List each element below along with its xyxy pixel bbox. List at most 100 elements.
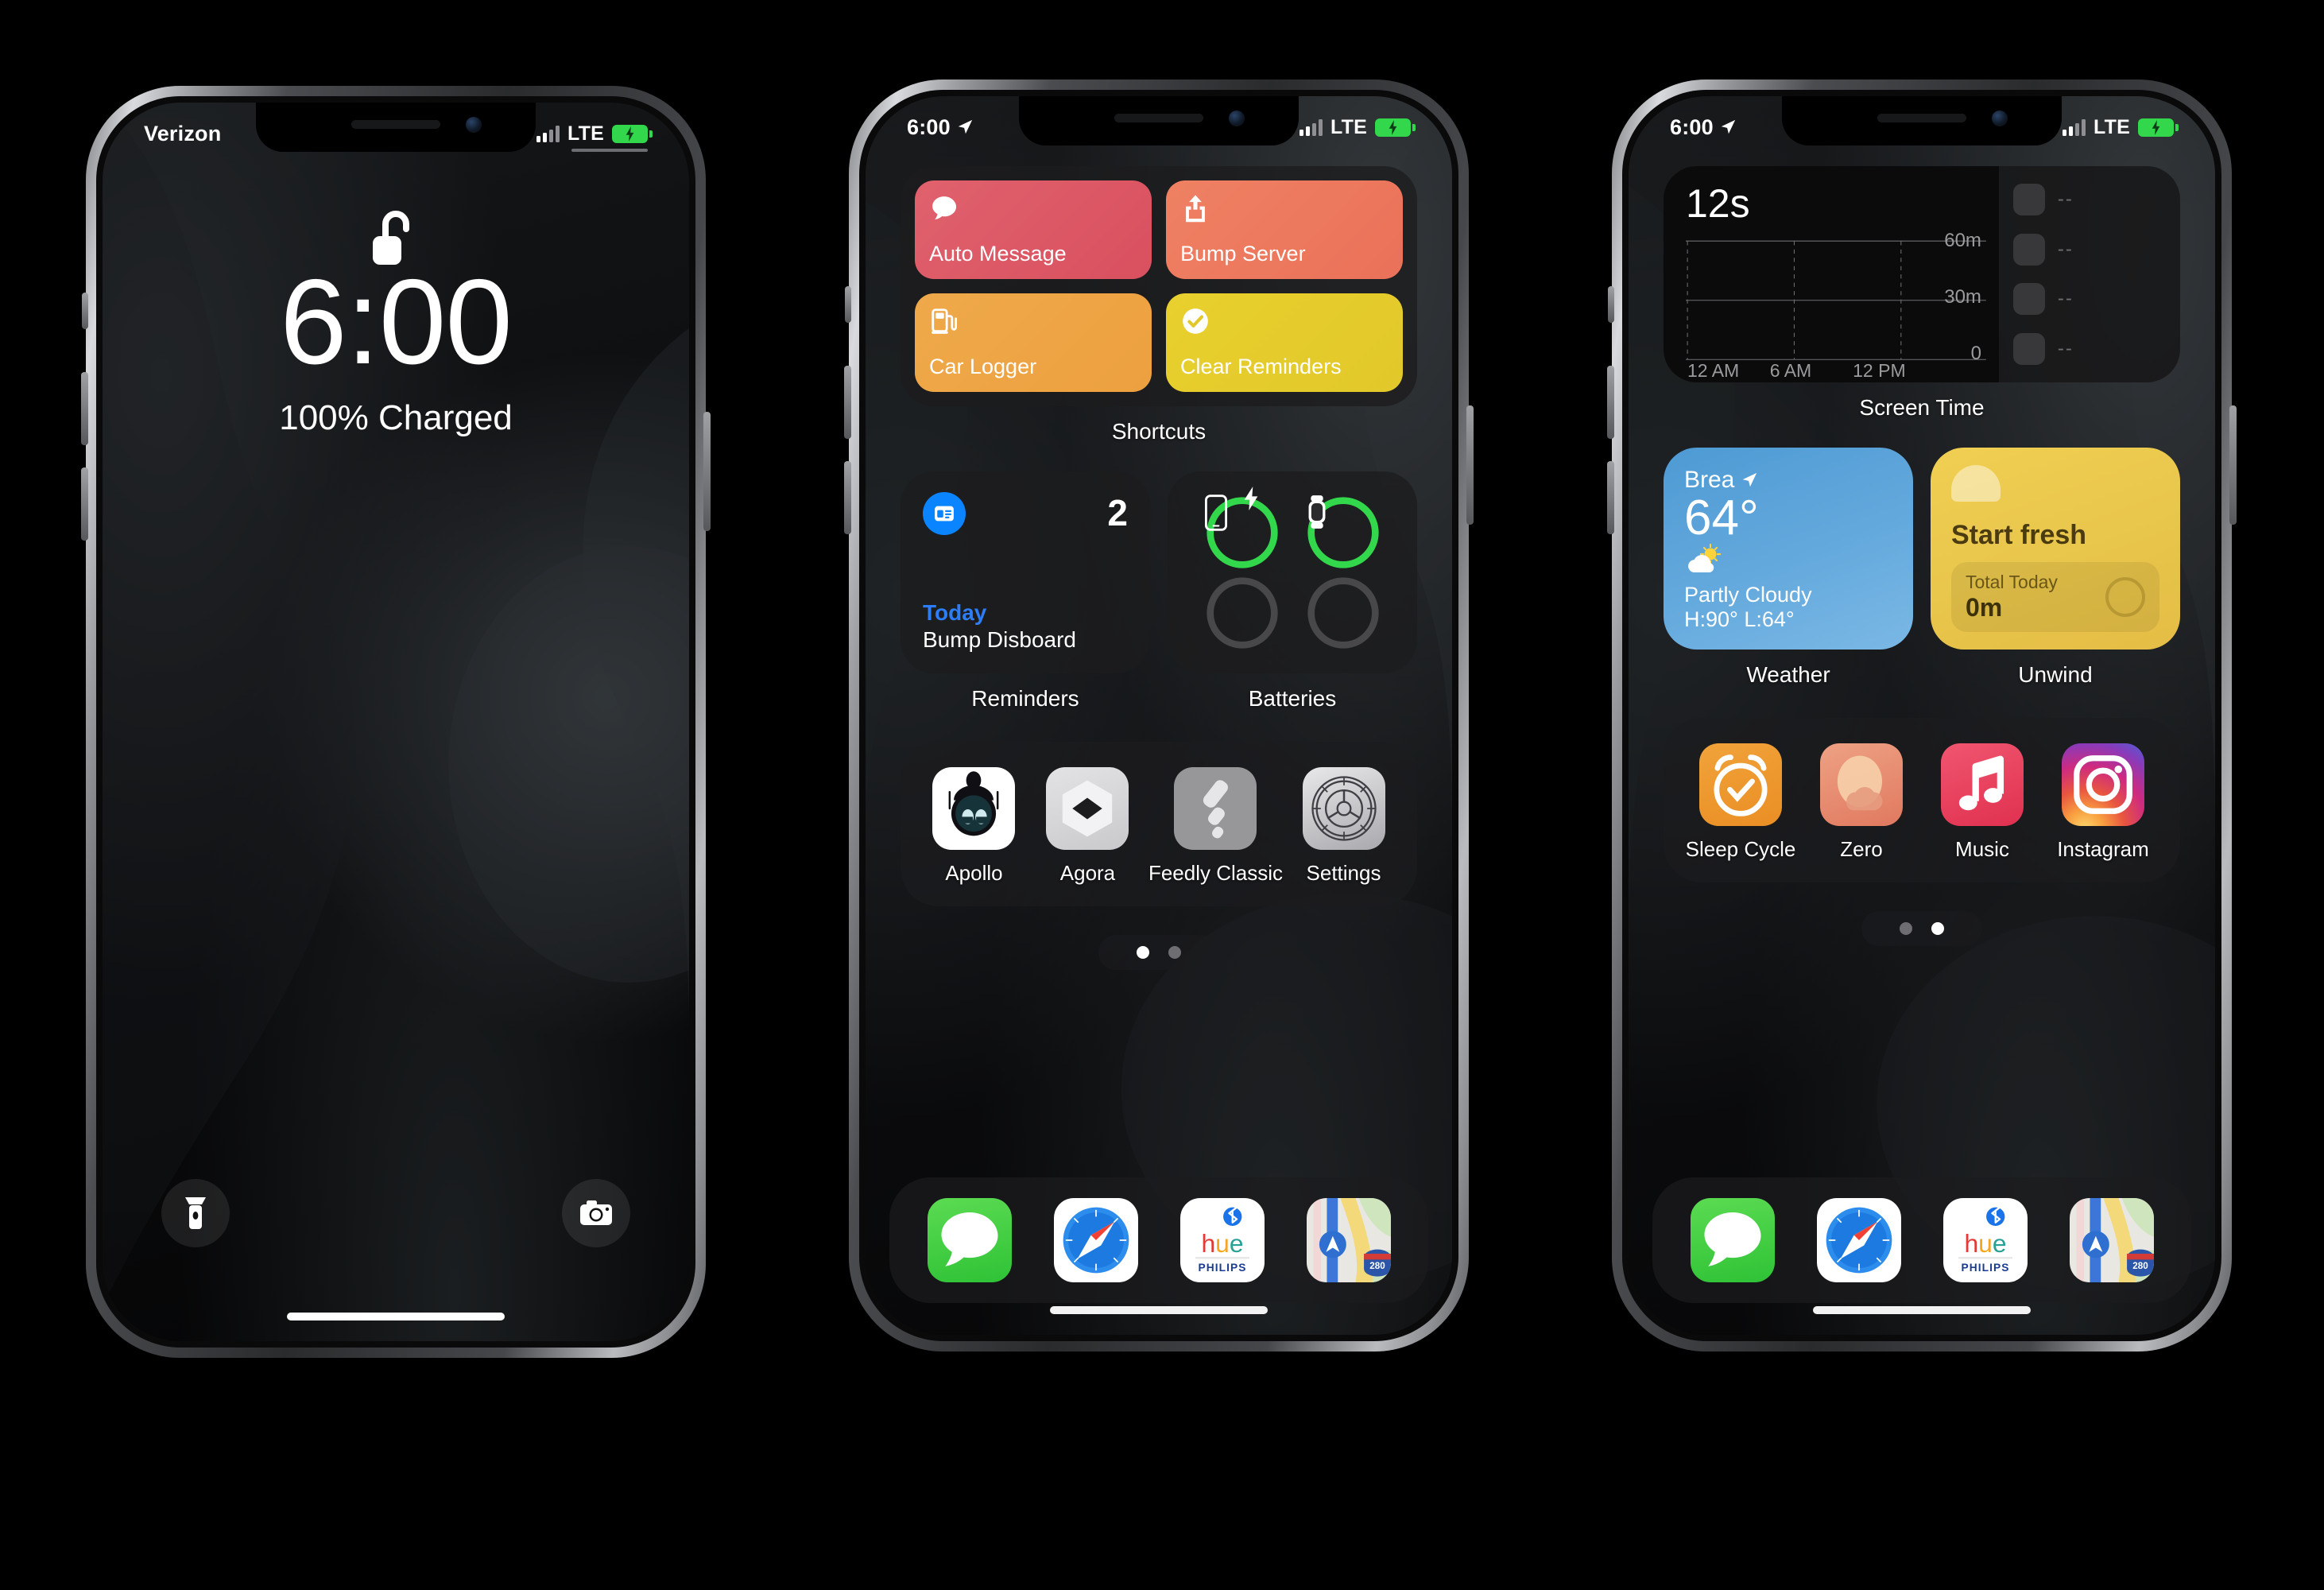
bolt-glyph <box>2152 119 2160 135</box>
safari-compass-icon[interactable] <box>1816 1198 1901 1282</box>
widget-title: Reminders <box>971 686 1079 711</box>
safari-compass-icon[interactable] <box>1053 1198 1138 1282</box>
screen-time-app-row: -- <box>2012 233 2166 266</box>
widget-reminders[interactable]: 2 Today Bump Disboard Reminders <box>901 471 1150 712</box>
app-zero[interactable]: Zero <box>1805 743 1918 862</box>
page-indicator[interactable] <box>1861 911 1982 946</box>
page-dot-2[interactable] <box>1168 946 1181 959</box>
page-indicator[interactable] <box>1098 935 1219 970</box>
svg-text:280: 280 <box>2132 1261 2148 1271</box>
home-screen-2[interactable]: 6:00 LTE 12s 60m 30m 0 12 AM 6 AM 12 PM … <box>1629 96 2215 1335</box>
widget-pair: 2 Today Bump Disboard Reminders Batterie… <box>901 471 1417 712</box>
unwind-progress-ring <box>2105 577 2145 617</box>
app-music[interactable]: Music <box>1926 743 2039 862</box>
widget-weather[interactable]: Brea 64° Partly Cloudy H:90° L:64° Weath… <box>1664 448 1913 688</box>
messages-icon[interactable] <box>1690 1198 1775 1282</box>
volume-up-button[interactable] <box>81 372 88 445</box>
home-indicator[interactable] <box>1050 1306 1268 1314</box>
location-arrow-icon <box>958 119 973 134</box>
app-feedly-classic[interactable]: Feedly Classic <box>1148 767 1283 886</box>
app-instagram[interactable]: Instagram <box>2047 743 2159 862</box>
power-button[interactable] <box>2229 405 2237 525</box>
shortcut-tile-bump-server[interactable]: Bump Server <box>1166 180 1403 279</box>
signal-bars-icon <box>1300 118 1323 136</box>
app-duration: -- <box>2057 288 2074 310</box>
shortcut-tile-clear-reminders[interactable]: Clear Reminders <box>1166 293 1403 392</box>
flashlight-button[interactable] <box>161 1179 230 1247</box>
app-settings[interactable]: Settings <box>1291 767 1396 886</box>
network-label: LTE <box>2094 115 2130 138</box>
maps-icon[interactable]: 280 <box>1306 1198 1391 1282</box>
shortcut-label: Bump Server <box>1180 242 1306 266</box>
home-indicator[interactable] <box>287 1313 505 1320</box>
notch <box>1019 96 1299 145</box>
mute-switch[interactable] <box>82 293 88 329</box>
page-dot-2[interactable] <box>1931 922 1944 935</box>
app-sleep-cycle[interactable]: Sleep Cycle <box>1684 743 1797 862</box>
power-button[interactable] <box>703 412 711 531</box>
battery-charging-icon <box>2138 118 2179 137</box>
alarm-glyph <box>1714 754 1768 816</box>
agora-glyph <box>1063 780 1113 837</box>
message-bubble-icon <box>932 196 957 220</box>
mute-switch[interactable] <box>1608 286 1614 323</box>
volume-down-button[interactable] <box>844 461 851 534</box>
battery-charging-icon <box>612 124 653 143</box>
app-placeholder-icon <box>2012 233 2045 266</box>
widget-title: Shortcuts <box>1111 419 1207 444</box>
camera-button[interactable] <box>562 1179 630 1247</box>
svg-text:hue: hue <box>1964 1229 2006 1258</box>
notch <box>256 103 536 152</box>
weather-city-label: Brea <box>1684 467 1735 493</box>
mute-switch[interactable] <box>845 286 851 323</box>
weather-details: Partly Cloudy H:90° L:64° <box>1684 543 1892 632</box>
front-camera <box>1992 111 2008 126</box>
bolt-glyph <box>626 126 634 142</box>
shortcut-tile-auto-message[interactable]: Auto Message <box>915 180 1152 279</box>
widget-shortcuts[interactable]: Auto Message Bump Server Car Logger Clea… <box>866 166 1452 444</box>
front-camera <box>1229 111 1245 126</box>
page-dot-1[interactable] <box>1900 922 1912 935</box>
volume-down-button[interactable] <box>81 467 88 541</box>
volume-up-button[interactable] <box>844 366 851 439</box>
volume-up-button[interactable] <box>1607 366 1614 439</box>
svg-text:PHILIPS: PHILIPS <box>1961 1262 2009 1274</box>
gear-glyph <box>1311 776 1377 841</box>
status-time: 6:00 <box>1670 114 1714 139</box>
charge-status-label: 100% Charged <box>279 398 513 437</box>
weather-high-low: H:90° L:64° <box>1684 607 1795 632</box>
app-agora[interactable]: Agora <box>1035 767 1141 886</box>
status-right: LTE <box>1300 115 1416 139</box>
app-apollo[interactable]: Apollo <box>921 767 1027 886</box>
status-left: 6:00 <box>1670 115 1737 140</box>
network-label: LTE <box>1330 115 1367 138</box>
x-tick-6am: 6 AM <box>1769 360 1812 381</box>
battery-ring-iphone <box>1204 486 1280 571</box>
widget-screen-time[interactable]: 12s 60m 30m 0 12 AM 6 AM 12 PM -- -- -- … <box>1629 166 2215 421</box>
battery-charging-icon <box>1375 118 1416 137</box>
phone-lock-screen: Verizon LTE 6:00 100% Charged <box>81 86 711 1358</box>
power-button[interactable] <box>1466 405 1474 525</box>
partly-cloudy-icon <box>1688 543 1722 573</box>
page-dot-1[interactable] <box>1137 946 1149 959</box>
safari-glyph <box>1826 1207 1892 1274</box>
widget-unwind[interactable]: Start fresh Total Today 0m Unwind <box>1931 448 2180 688</box>
unwind-title: Start fresh <box>1951 520 2087 550</box>
safari-glyph <box>1063 1207 1129 1274</box>
shortcut-label: Auto Message <box>929 242 1067 266</box>
home-indicator[interactable] <box>1813 1306 2031 1314</box>
home-screen-1[interactable]: 6:00 LTE Auto Message Bump Server Car Lo… <box>866 96 1452 1335</box>
lock-screen[interactable]: Verizon LTE 6:00 100% Charged <box>103 103 689 1341</box>
weather-temperature: 64° <box>1684 491 1759 545</box>
widget-batteries[interactable]: Batteries <box>1168 471 1417 712</box>
chart-y-axis: 60m 30m 0 <box>1916 230 1986 364</box>
maps-icon[interactable]: 280 <box>2069 1198 2154 1282</box>
shortcut-tile-car-logger[interactable]: Car Logger <box>915 293 1152 392</box>
hue-icon[interactable]: hue PHILIPS <box>1179 1198 1265 1282</box>
reminders-body: Today Bump Disboard <box>923 600 1128 653</box>
reminders-header: 2 <box>923 492 1128 535</box>
hue-icon[interactable]: hue PHILIPS <box>1942 1198 2028 1282</box>
screen-time-chart: 60m 30m 0 12 AM 6 AM 12 PM <box>1686 230 1986 381</box>
messages-icon[interactable] <box>927 1198 1012 1282</box>
volume-down-button[interactable] <box>1607 461 1614 534</box>
